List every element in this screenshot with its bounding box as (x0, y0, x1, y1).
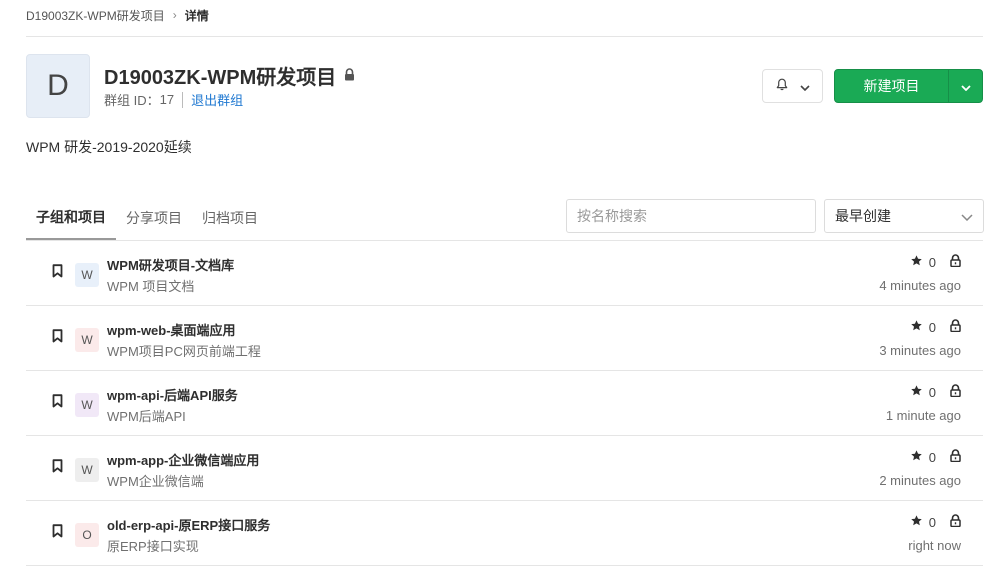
project-avatar: W (75, 393, 99, 417)
lock-icon (950, 319, 961, 335)
chevron-down-icon (961, 208, 973, 224)
project-name-link[interactable]: WPM研发项目-文档库 (107, 255, 234, 274)
updated-time: right now (908, 538, 961, 553)
updated-time: 2 minutes ago (879, 473, 961, 488)
group-avatar-letter: D (47, 69, 69, 102)
lock-icon (950, 514, 961, 530)
chevron-down-icon (960, 78, 971, 94)
meta-divider (182, 91, 184, 108)
group-meta: 群组 ID： 17 退出群组 (104, 90, 243, 109)
project-description: WPM后端API (107, 409, 186, 424)
header-divider (26, 36, 983, 37)
star-count: 0 (928, 514, 936, 530)
bookmark-icon (52, 524, 63, 541)
search-input[interactable] (566, 199, 816, 233)
leave-group-link[interactable]: 退出群组 (191, 90, 243, 109)
star-icon (910, 384, 923, 400)
project-stats: 0 (910, 449, 961, 465)
new-project-dropdown-toggle[interactable] (948, 70, 982, 102)
project-row[interactable]: W wpm-app-企业微信端应用 WPM企业微信端 0 2 minutes a… (26, 436, 983, 501)
tab-archived-projects[interactable]: 归档项目 (192, 196, 268, 240)
project-stats: 0 (910, 254, 961, 270)
bookmark-icon (52, 329, 63, 346)
updated-time: 4 minutes ago (879, 278, 961, 293)
star-count: 0 (928, 319, 936, 335)
project-avatar: W (75, 328, 99, 352)
project-name-link[interactable]: wpm-app-企业微信端应用 (107, 450, 259, 469)
star-count: 0 (928, 384, 936, 400)
group-description: WPM 研发-2019-2020延续 (26, 139, 192, 155)
lock-icon (950, 449, 961, 465)
project-avatar-letter: W (81, 398, 93, 412)
group-title-row: D19003ZK-WPM研发项目 (104, 61, 355, 90)
project-stats: 0 (910, 384, 961, 400)
project-name-link[interactable]: wpm-api-后端API服务 (107, 385, 238, 404)
project-description: WPM 项目文档 (107, 279, 195, 294)
group-id-value: 17 (159, 92, 175, 107)
project-stats: 0 (910, 319, 961, 335)
lock-icon (950, 254, 961, 270)
project-row[interactable]: W wpm-web-桌面端应用 WPM项目PC网页前端工程 0 3 minute… (26, 306, 983, 371)
lock-icon (950, 384, 961, 400)
breadcrumb-separator-icon: › (172, 8, 177, 22)
group-avatar: D (26, 54, 90, 118)
chevron-down-icon (799, 78, 810, 94)
bookmark-icon (52, 459, 63, 476)
group-tabs: 子组和项目 分享项目 归档项目 (26, 196, 268, 240)
breadcrumb: D19003ZK-WPM研发项目 › 详情 (26, 6, 209, 24)
project-avatar: W (75, 458, 99, 482)
sort-dropdown[interactable]: 最早创建 (824, 199, 984, 233)
project-description: WPM企业微信端 (107, 474, 204, 489)
breadcrumb-current: 详情 (184, 8, 209, 23)
project-avatar-letter: O (82, 528, 92, 542)
project-row[interactable]: W WPM研发项目-文档库 WPM 项目文档 0 4 minutes ago (26, 241, 983, 306)
sort-selected-label: 最早创建 (835, 208, 891, 224)
updated-time: 1 minute ago (885, 408, 961, 423)
new-project-button-group: 新建项目 (834, 69, 983, 103)
project-avatar-letter: W (81, 333, 93, 347)
project-avatar-letter: W (81, 463, 93, 477)
project-name-link[interactable]: wpm-web-桌面端应用 (107, 320, 236, 339)
tab-subgroups-and-projects[interactable]: 子组和项目 (26, 196, 116, 240)
notification-dropdown-button[interactable] (762, 69, 823, 103)
project-avatar: W (75, 263, 99, 287)
lock-icon (344, 67, 355, 84)
new-project-button[interactable]: 新建项目 (835, 70, 948, 102)
group-id-label: 群组 ID： (104, 93, 160, 108)
star-icon (910, 319, 923, 335)
star-count: 0 (928, 449, 936, 465)
project-name-link[interactable]: old-erp-api-原ERP接口服务 (107, 515, 270, 534)
project-stats: 0 (910, 514, 961, 530)
breadcrumb-group-link[interactable]: D19003ZK-WPM研发项目 (26, 7, 165, 24)
project-list: W WPM研发项目-文档库 WPM 项目文档 0 4 minutes ago W… (26, 241, 983, 566)
project-description: WPM项目PC网页前端工程 (107, 344, 261, 359)
project-row[interactable]: O old-erp-api-原ERP接口服务 原ERP接口实现 0 right … (26, 501, 983, 566)
project-avatar: O (75, 523, 99, 547)
tab-shared-projects[interactable]: 分享项目 (116, 196, 192, 240)
star-icon (910, 449, 923, 465)
project-row[interactable]: W wpm-api-后端API服务 WPM后端API 0 1 minute ag… (26, 371, 983, 436)
bookmark-icon (52, 394, 63, 411)
project-avatar-letter: W (81, 268, 93, 282)
bell-icon (776, 78, 788, 94)
group-name: D19003ZK-WPM研发项目 (104, 67, 337, 89)
star-count: 0 (928, 254, 936, 270)
project-description: 原ERP接口实现 (107, 539, 199, 554)
updated-time: 3 minutes ago (879, 343, 961, 358)
star-icon (910, 254, 923, 270)
star-icon (910, 514, 923, 530)
bookmark-icon (52, 264, 63, 281)
